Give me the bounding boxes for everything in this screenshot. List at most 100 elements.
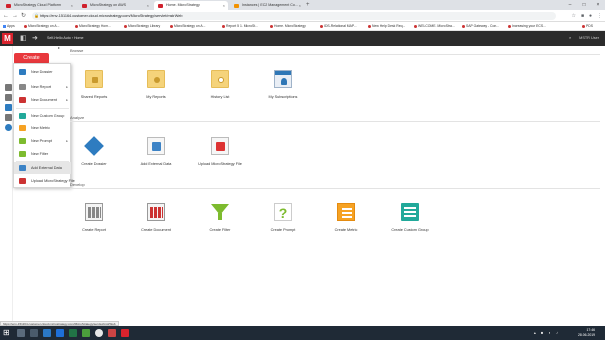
- bookmark-apps[interactable]: Apps: [3, 22, 15, 31]
- document-icon: [147, 203, 165, 221]
- url-input[interactable]: 🔒 https://env-151164.customer.cloud.micr…: [32, 12, 556, 20]
- menu-item-upload-file[interactable]: Upload MicroStrategy File: [14, 175, 75, 187]
- tile-upload-file[interactable]: Upload MicroStrategy File: [195, 137, 245, 166]
- bookmark-item[interactable]: PDS: [582, 22, 593, 31]
- browser-tab[interactable]: MicroStrategy on AWS ×: [78, 1, 152, 10]
- bookmark-item[interactable]: IDS-Relational MAP...: [320, 22, 357, 31]
- bookmark-item[interactable]: WELCOME. MicroStra...: [414, 22, 455, 31]
- windows-start-icon[interactable]: ⊞: [3, 329, 10, 337]
- maximize-icon[interactable]: □: [577, 0, 591, 10]
- menu-item-new-report[interactable]: New Report ▸: [14, 81, 71, 93]
- tile-shared-reports[interactable]: Shared Reports: [69, 70, 119, 99]
- address-bar-row: ← → ↻ 🔒 https://env-151164.customer.clou…: [0, 10, 605, 22]
- system-tray-icons[interactable]: ▴ ■ ◐ ♪: [534, 326, 560, 340]
- rail-folder-icon[interactable]: [5, 84, 12, 91]
- browser-tab-active[interactable]: Home. MicroStrategy ×: [154, 1, 228, 10]
- search-icon[interactable]: [17, 329, 25, 337]
- minimize-icon[interactable]: –: [563, 0, 577, 10]
- microstrategy-app-icon[interactable]: [121, 329, 129, 337]
- menu-item-add-external-data[interactable]: Add External Data: [14, 162, 71, 174]
- dossier-icon: [19, 69, 26, 75]
- browser-tab[interactable]: Instances | EC2 Management Co... ×: [230, 1, 304, 10]
- tile-add-external-data[interactable]: Add External Data: [131, 137, 181, 166]
- bookmark-item[interactable]: MicroStrategy on A...: [24, 22, 59, 31]
- back-icon[interactable]: ←: [3, 12, 9, 20]
- outlook-icon[interactable]: [43, 329, 51, 337]
- tile-create-dossier[interactable]: Create Dossier: [69, 136, 119, 166]
- bookmark-item[interactable]: SAP Gateway - Con...: [462, 22, 499, 31]
- bookmark-item[interactable]: New Help Desk Req...: [368, 22, 405, 31]
- tile-create-document[interactable]: Create Document: [131, 203, 181, 232]
- browser-actions: ☆ ■ ● ⋮: [571, 12, 602, 20]
- tile-label: My Subscriptions: [268, 95, 298, 99]
- excel-icon[interactable]: [69, 329, 77, 337]
- close-tab-icon[interactable]: ×: [223, 1, 225, 10]
- subscriptions-icon: [274, 70, 292, 88]
- tile-create-prompt[interactable]: ? Create Prompt: [258, 203, 308, 232]
- tab-label: Home. MicroStrategy: [166, 3, 200, 7]
- microstrategy-logo[interactable]: M: [2, 33, 13, 44]
- chrome-icon[interactable]: [95, 329, 103, 337]
- app-icon[interactable]: [82, 329, 90, 337]
- edge-icon[interactable]: [56, 329, 64, 337]
- bookmark-item[interactable]: MicroStrategy Library: [124, 22, 160, 31]
- extension-icon[interactable]: ■: [581, 12, 584, 20]
- menu-item-label: New Filter: [31, 152, 49, 156]
- clock[interactable]: 17:46 28.06.2019: [578, 328, 595, 337]
- forward-icon[interactable]: →: [12, 12, 18, 20]
- tab-label: MicroStrategy on AWS: [90, 3, 127, 7]
- microstrategy-favicon-icon: [82, 3, 87, 8]
- tile-create-filter[interactable]: Create Filter: [195, 203, 245, 232]
- sidebar-toggle-icon[interactable]: ◧: [20, 34, 27, 43]
- bookmark-item[interactable]: Home. MicroStrategy: [270, 22, 306, 31]
- search-icon[interactable]: ⌕: [569, 31, 571, 46]
- profile-icon[interactable]: ●: [589, 12, 592, 20]
- star-icon[interactable]: ☆: [571, 12, 575, 20]
- new-tab-button[interactable]: +: [306, 1, 310, 9]
- tile-create-report[interactable]: Create Report: [69, 203, 119, 232]
- reload-icon[interactable]: ↻: [21, 12, 26, 20]
- rail-subscriptions-icon[interactable]: [5, 104, 12, 111]
- menu-item-new-metric[interactable]: New Metric: [14, 122, 71, 134]
- tab-label: Instances | EC2 Management Co...: [242, 3, 298, 7]
- browser-tab[interactable]: MicroStrategy Cloud Platform ×: [2, 1, 76, 10]
- rail-reports-icon[interactable]: [5, 114, 12, 121]
- menu-item-label: New Report: [31, 85, 52, 89]
- menu-item-new-document[interactable]: New Document ▸: [14, 94, 71, 106]
- close-tab-icon[interactable]: ×: [299, 1, 301, 10]
- task-view-icon[interactable]: [30, 329, 38, 337]
- menu-item-new-prompt[interactable]: New Prompt ▸: [14, 135, 71, 147]
- tile-label: Create Dossier: [81, 162, 107, 166]
- close-tab-icon[interactable]: ×: [147, 1, 149, 10]
- menu-item-new-filter[interactable]: New Filter: [14, 148, 71, 160]
- tile-my-subscriptions[interactable]: My Subscriptions: [258, 70, 308, 99]
- app-header: M ◧ ➜ Self-Hello Auto › Home ⌕ MSTR User: [0, 31, 605, 46]
- menu-item-new-dossier[interactable]: New Dossier: [14, 66, 71, 78]
- breadcrumb[interactable]: Self-Hello Auto › Home: [47, 31, 84, 46]
- bookmark-item[interactable]: MicroStrategy on A...: [170, 22, 205, 31]
- menu-icon[interactable]: ⋮: [597, 12, 602, 20]
- rail-mobile-icon[interactable]: [5, 124, 12, 131]
- document-icon: [19, 97, 26, 103]
- close-window-icon[interactable]: ×: [591, 0, 605, 10]
- tile-my-reports[interactable]: My Reports: [131, 70, 181, 99]
- bookmark-item[interactable]: Increasing your ECS...: [508, 22, 546, 31]
- tab-label: MicroStrategy Cloud Platform: [14, 3, 61, 7]
- tile-create-custom-group[interactable]: Create Custom Group: [385, 203, 435, 232]
- custom-group-icon: [401, 203, 419, 221]
- section-divider: [70, 121, 600, 122]
- rail-history-icon[interactable]: [5, 94, 12, 101]
- close-tab-icon[interactable]: ×: [71, 1, 73, 10]
- powerpoint-icon[interactable]: [108, 329, 116, 337]
- bookmarks-bar: Apps MicroStrategy on A... MicroStrategy…: [0, 22, 605, 31]
- bookmark-item[interactable]: Report 5 1. MicroSt...: [222, 22, 258, 31]
- user-menu[interactable]: MSTR User: [579, 31, 599, 46]
- upload-file-icon: [211, 137, 229, 155]
- menu-item-new-custom-group[interactable]: New Custom Group: [14, 110, 71, 122]
- collapse-arrow-icon[interactable]: ▸: [58, 45, 60, 50]
- bookmark-item[interactable]: MicroStrategy Hom...: [75, 22, 111, 31]
- create-menu: New Dossier New Report ▸ New Document ▸ …: [13, 63, 75, 188]
- tile-create-metric[interactable]: Create Metric: [321, 203, 371, 232]
- tile-history-list[interactable]: History List: [195, 70, 245, 99]
- forward-arrow-icon[interactable]: ➜: [32, 34, 38, 43]
